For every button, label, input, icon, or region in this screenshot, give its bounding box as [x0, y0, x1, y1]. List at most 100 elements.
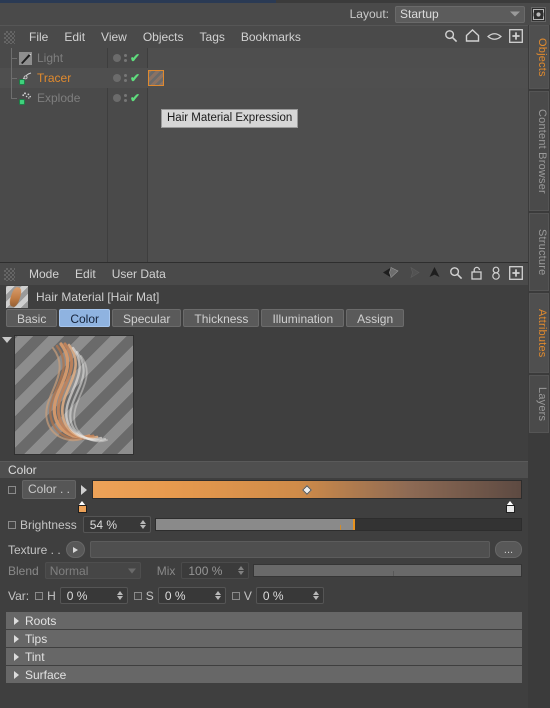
texture-browse-button[interactable]: ... — [495, 541, 522, 558]
blend-select[interactable]: Normal — [44, 562, 141, 579]
object-row-explode[interactable]: Explode — [6, 88, 80, 108]
plus-box-icon[interactable] — [509, 28, 523, 46]
object-flags[interactable]: ✔ — [110, 88, 148, 108]
table-row[interactable]: Light ✔ — [0, 48, 528, 68]
hair-material-tag-icon[interactable] — [148, 70, 164, 86]
tab-specular[interactable]: Specular — [112, 309, 182, 327]
expand-arrow-icon[interactable] — [81, 484, 88, 495]
menu-edit[interactable]: Edit — [56, 30, 93, 44]
fold-section-tint[interactable]: Tint — [6, 648, 522, 665]
editor-render-dots-icon[interactable] — [124, 74, 127, 82]
material-title-row: Hair Material [Hair Mat] — [0, 285, 528, 309]
menu-user-data[interactable]: User Data — [104, 267, 174, 281]
mix-stepper[interactable] — [238, 566, 246, 575]
var-v-stepper[interactable] — [312, 591, 321, 600]
var-s-checkbox[interactable] — [133, 591, 142, 600]
rail-tab-content-browser[interactable]: Content Browser — [529, 91, 549, 211]
brightness-slider[interactable] — [154, 518, 522, 531]
fold-section-surface[interactable]: Surface — [6, 666, 522, 683]
visibility-dot-icon[interactable] — [113, 94, 121, 102]
blend-mix-row: Blend Normal Mix 100 % — [0, 560, 528, 581]
fold-section-label: Surface — [25, 667, 67, 682]
tab-color[interactable]: Color — [59, 309, 111, 327]
editor-render-dots-icon[interactable] — [124, 94, 127, 102]
search-icon[interactable] — [449, 266, 463, 283]
unlock-icon[interactable] — [471, 266, 483, 283]
brightness-stepper[interactable] — [139, 520, 148, 529]
var-v-checkbox[interactable] — [231, 591, 240, 600]
eye-icon[interactable] — [487, 30, 502, 44]
enabled-check-icon[interactable]: ✔ — [130, 92, 140, 104]
brightness-input[interactable]: 54 % — [82, 516, 151, 533]
chevron-down-icon — [510, 11, 520, 17]
visibility-dot-icon[interactable] — [113, 74, 121, 82]
texture-menu-button[interactable] — [65, 541, 85, 558]
up-arrow-icon[interactable] — [428, 266, 441, 282]
gradient-knob-end[interactable] — [506, 501, 515, 513]
menu-view[interactable]: View — [93, 30, 135, 44]
menu-bookmarks[interactable]: Bookmarks — [233, 30, 309, 44]
rail-tab-layers[interactable]: Layers — [529, 375, 549, 433]
tab-assign[interactable]: Assign — [346, 309, 405, 327]
enabled-check-icon[interactable]: ✔ — [130, 52, 140, 64]
home-icon[interactable] — [465, 29, 480, 45]
explode-object-icon — [18, 91, 33, 106]
brightness-enable-checkbox[interactable] — [8, 520, 16, 529]
brightness-slider-handle[interactable] — [352, 519, 355, 530]
var-s-value: 0 % — [164, 588, 186, 603]
var-h-stepper[interactable] — [116, 591, 125, 600]
object-flags[interactable]: ✔ — [110, 48, 148, 68]
drag-grip-icon[interactable] — [4, 30, 15, 44]
menu-tags[interactable]: Tags — [192, 30, 233, 44]
tab-basic[interactable]: Basic — [6, 309, 58, 327]
fold-section-tips[interactable]: Tips — [6, 630, 522, 647]
table-row[interactable]: Tracer ✔ — [0, 68, 528, 88]
enabled-check-icon[interactable]: ✔ — [130, 72, 140, 84]
texture-input[interactable] — [89, 541, 490, 558]
layout-select[interactable]: Startup — [395, 5, 525, 23]
plus-box-icon[interactable] — [509, 265, 523, 283]
rail-tab-objects[interactable]: Objects — [529, 25, 549, 89]
blend-label: Blend — [8, 563, 39, 578]
gradient-interpolation-handle[interactable] — [302, 484, 312, 495]
visibility-dot-icon[interactable] — [113, 54, 121, 62]
back-arrow-icon[interactable] — [382, 266, 399, 282]
color-row-label: Color . . — [8, 480, 77, 499]
fullscreen-icon[interactable] — [531, 6, 546, 22]
drag-grip-icon[interactable] — [4, 267, 15, 281]
mix-input[interactable]: 100 % — [181, 562, 250, 579]
forward-arrow-icon[interactable] — [407, 266, 420, 282]
var-s-stepper[interactable] — [214, 591, 223, 600]
brightness-slider-tick — [340, 524, 342, 530]
table-row[interactable]: Explode ✔ — [0, 88, 528, 108]
menu-edit[interactable]: Edit — [67, 267, 104, 281]
pin-icon[interactable] — [491, 266, 501, 283]
color-enable-checkbox[interactable] — [8, 485, 16, 494]
fold-section-roots[interactable]: Roots — [6, 612, 522, 629]
tab-illumination[interactable]: Illumination — [261, 309, 345, 327]
mix-slider[interactable] — [253, 564, 522, 577]
application-window: Layout: Startup File Edit View Objects T… — [0, 0, 550, 708]
preview-collapse-toggle[interactable] — [0, 335, 14, 343]
gradient-knob-start[interactable] — [78, 501, 87, 513]
object-row-tracer[interactable]: Tracer — [6, 68, 71, 88]
var-v-input[interactable]: 0 % — [255, 587, 324, 604]
var-s-input[interactable]: 0 % — [157, 587, 226, 604]
rail-tab-attributes[interactable]: Attributes — [529, 293, 549, 373]
object-flags[interactable]: ✔ — [110, 68, 148, 88]
mix-value: 100 % — [188, 563, 223, 578]
menu-file[interactable]: File — [21, 30, 56, 44]
editor-render-dots-icon[interactable] — [124, 54, 127, 62]
rail-tab-structure[interactable]: Structure — [529, 213, 549, 291]
tab-thickness[interactable]: Thickness — [183, 309, 260, 327]
var-h-checkbox[interactable] — [35, 591, 44, 600]
menu-objects[interactable]: Objects — [135, 30, 192, 44]
object-row-light[interactable]: Light — [6, 48, 63, 68]
search-icon[interactable] — [444, 29, 458, 46]
color-gradient[interactable] — [92, 480, 522, 499]
color-field-label[interactable]: Color . . — [22, 480, 77, 499]
attribute-manager-toolbar — [382, 265, 528, 283]
menu-mode[interactable]: Mode — [21, 267, 67, 281]
var-h-input[interactable]: 0 % — [59, 587, 128, 604]
object-tree[interactable]: Light ✔ Tracer ✔ Explode ✔ — [0, 48, 528, 262]
